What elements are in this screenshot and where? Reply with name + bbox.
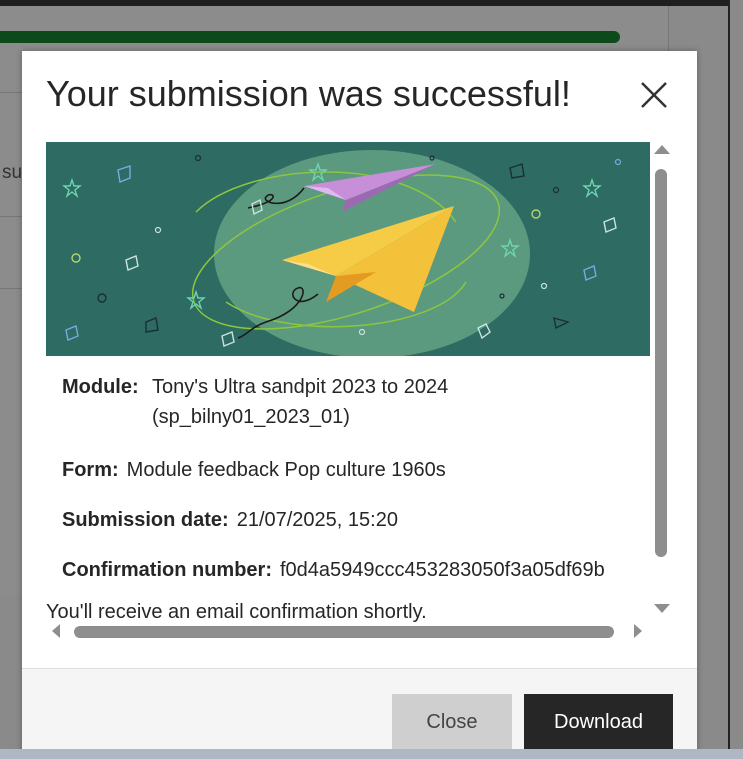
background-divider [0, 216, 22, 217]
scroll-right-arrow-icon[interactable] [634, 624, 642, 638]
background-divider [0, 288, 22, 289]
close-dialog-button[interactable] [636, 77, 672, 113]
module-value-line1: Tony's Ultra sandpit 2023 to 2024 [152, 376, 449, 398]
module-value-line2: (sp_bilny01_2023_01) [152, 406, 350, 428]
module-label: Module: [62, 376, 139, 398]
confirmation-row: Confirmation number: f0d4a5949ccc45328305… [62, 555, 605, 585]
submission-date-label: Submission date: [62, 509, 229, 531]
dialog-scroll-area[interactable]: Module: Tony's Ultra sandpit 2023 to 202… [46, 142, 672, 622]
vertical-scrollbar[interactable] [650, 143, 672, 623]
module-value: Tony's Ultra sandpit 2023 to 2024 (sp_bi… [152, 372, 512, 432]
horizontal-scrollbar[interactable] [46, 622, 672, 642]
close-button[interactable]: Close [392, 694, 512, 750]
background-progress-bar [0, 31, 620, 43]
confirmation-number: f0d4a5949ccc453283050f3a05df69b [280, 559, 605, 581]
form-row: Form: Module feedback Pop culture 1960s [62, 455, 446, 485]
submission-success-dialog: Your submission was successful! Module: … [22, 51, 697, 759]
module-row: Module: Tony's Ultra sandpit 2023 to 202… [62, 372, 448, 428]
scroll-down-arrow-icon[interactable] [654, 604, 670, 613]
submission-date-row: Submission date: 21/07/2025, 15:20 [62, 505, 398, 535]
background-text: su [2, 162, 23, 183]
scroll-up-arrow-icon[interactable] [654, 145, 670, 154]
email-confirmation-note: You'll receive an email confirmation sho… [46, 601, 427, 622]
scroll-left-arrow-icon[interactable] [52, 624, 60, 638]
screen: su Your submission was successful! Modul… [0, 0, 743, 759]
horizontal-scroll-thumb[interactable] [74, 626, 614, 638]
close-icon [641, 82, 667, 108]
taskbar-edge [0, 749, 743, 759]
form-value: Module feedback Pop culture 1960s [126, 459, 446, 481]
form-label: Form: [62, 459, 119, 481]
vertical-scroll-thumb[interactable] [655, 169, 667, 557]
confirmation-label: Confirmation number: [62, 559, 272, 581]
success-banner-illustration [46, 142, 650, 356]
paper-plane-illustration [62, 150, 622, 356]
window-right-edge [728, 0, 743, 759]
dialog-title: Your submission was successful! [46, 73, 571, 114]
submission-date-value: 21/07/2025, 15:20 [236, 509, 398, 531]
dialog-footer: Close Download [22, 668, 697, 759]
background-divider [0, 92, 22, 93]
download-button[interactable]: Download [524, 694, 673, 750]
